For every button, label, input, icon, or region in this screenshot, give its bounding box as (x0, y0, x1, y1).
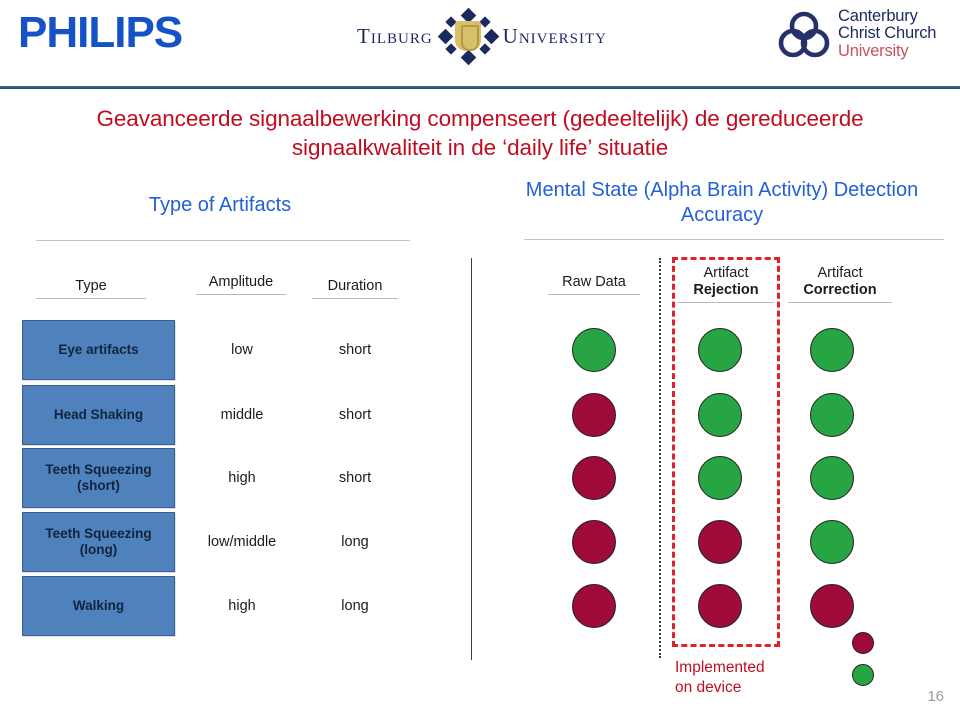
cell-duration: long (341, 598, 369, 614)
legend-dot-inaccurate (852, 632, 874, 654)
row-label-text: Head Shaking (53, 407, 144, 423)
status-dot-artifact-correction (810, 328, 854, 372)
table-row: Eye artifacts low short (0, 320, 960, 380)
slide-title: Geavanceerde signaalbewerking compenseer… (68, 105, 892, 163)
header-divider (0, 86, 960, 89)
cell-duration: short (338, 342, 372, 358)
cell-amplitude: high (228, 470, 256, 486)
status-dot-artifact-rejection (698, 584, 742, 628)
implemented-note-line-2: on device (675, 678, 742, 696)
column-header-underline (196, 293, 286, 295)
column-header-type: Type (36, 278, 146, 299)
row-label-teeth-squeezing-short[interactable]: Teeth Squeezing (short) (22, 448, 175, 508)
slide-title-line-1: Geavanceerde signaalbewerking compenseer… (96, 106, 720, 131)
row-label-walking[interactable]: Walking (22, 576, 175, 636)
column-header-underline (312, 297, 398, 299)
column-header-duration-label: Duration (327, 278, 383, 294)
column-header-artifact-word: Artifact (817, 265, 863, 281)
cell-amplitude: high (228, 598, 256, 614)
cell-duration: short (338, 407, 372, 423)
canterbury-wordmark: Canterbury Christ Church University (838, 6, 937, 61)
row-label-eye-artifacts[interactable]: Eye artifacts (22, 320, 175, 380)
status-dot-raw-data (572, 584, 616, 628)
cell-amplitude: middle (220, 407, 264, 423)
status-dot-raw-data (572, 520, 616, 564)
status-dot-raw-data (572, 393, 616, 437)
canterbury-line-3: University (838, 41, 909, 60)
implemented-note-line-1: Implemented (675, 659, 765, 676)
philips-wordmark: PHILIPS (18, 8, 183, 57)
section-rule-right (524, 239, 944, 240)
cell-duration: short (338, 470, 372, 486)
canterbury-line-2: Christ Church (838, 24, 937, 43)
column-header-underline (788, 301, 892, 303)
table-row: Teeth Squeezing (short) high short (0, 448, 960, 508)
table-row: Walking high long (0, 576, 960, 636)
column-header-artifact-correction: Artifact Correction (788, 265, 892, 303)
canterbury-line-1: Canterbury (838, 6, 918, 25)
status-dot-raw-data (572, 328, 616, 372)
status-dot-raw-data (572, 456, 616, 500)
row-label-teeth-squeezing-long[interactable]: Teeth Squeezing (long) (22, 512, 175, 572)
cell-amplitude: low (231, 342, 253, 358)
status-dot-artifact-rejection (698, 328, 742, 372)
status-dot-artifact-rejection (698, 393, 742, 437)
column-header-raw-data: Raw Data (548, 274, 640, 295)
status-dot-artifact-correction (810, 584, 854, 628)
status-dot-artifact-correction (810, 393, 854, 437)
implemented-on-device-note: Implemented on device (675, 658, 815, 698)
status-dot-artifact-correction (810, 520, 854, 564)
row-label-text: Eye artifacts (58, 342, 139, 358)
legend-dot-accurate (852, 664, 874, 686)
column-header-underline (36, 297, 146, 299)
cell-amplitude: low/middle (207, 534, 277, 550)
table-row: Teeth Squeezing (long) low/middle long (0, 512, 960, 572)
row-label-head-shaking[interactable]: Head Shaking (22, 385, 175, 445)
cell-duration: long (341, 534, 369, 550)
status-dot-artifact-rejection (698, 520, 742, 564)
row-label-text: Teeth Squeezing (short) (45, 462, 152, 493)
column-header-raw-data-label: Raw Data (562, 274, 626, 290)
triquetra-knot-icon (778, 11, 830, 58)
canterbury-christ-church-logo: Canterbury Christ Church University (778, 5, 950, 63)
status-dot-artifact-rejection (698, 456, 742, 500)
row-label-text: Teeth Squeezing (long) (45, 526, 152, 557)
column-header-underline (548, 293, 640, 295)
tilburg-word-right: University (502, 23, 607, 48)
column-header-amplitude: Amplitude (196, 274, 286, 295)
tilburg-shield-tree-icon (437, 7, 499, 66)
column-header-amplitude-label: Amplitude (208, 274, 274, 290)
column-header-correction-word: Correction (803, 281, 877, 298)
tilburg-word-left: Tilburg (357, 23, 433, 48)
section-heading-right: Mental State (Alpha Brain Activity) Dete… (492, 178, 952, 228)
table-row: Head Shaking middle short (0, 385, 960, 445)
row-label-text: Walking (72, 598, 125, 614)
page-number: 16 (927, 688, 944, 705)
section-heading-left: Type of Artifacts (148, 194, 292, 216)
philips-logo: PHILIPS (18, 6, 248, 60)
column-header-type-label: Type (75, 278, 107, 294)
section-rule-left (36, 240, 410, 241)
status-dot-artifact-correction (810, 456, 854, 500)
tilburg-university-logo: Tilburg University (348, 7, 616, 66)
section-heading-right-line-1: Mental State (Alpha Brain Activity) (525, 179, 829, 201)
slide-canvas: PHILIPS Tilburg University Canterbury Ch… (0, 0, 960, 713)
column-header-duration: Duration (312, 278, 398, 299)
